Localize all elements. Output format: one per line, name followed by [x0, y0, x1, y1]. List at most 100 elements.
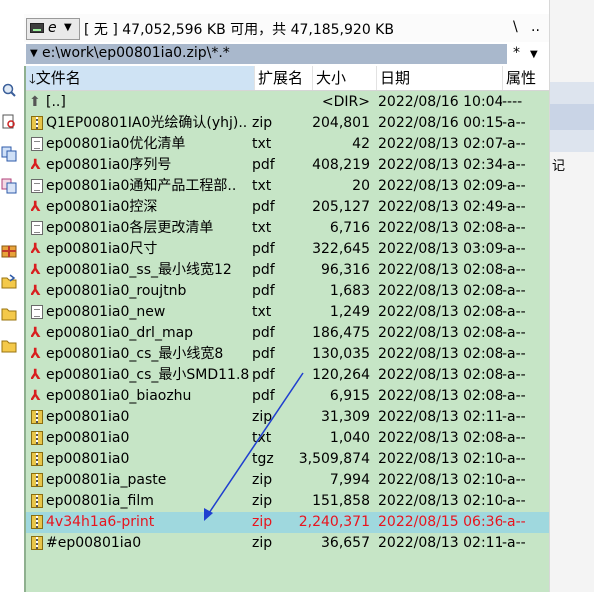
right-panel-text: 记 — [552, 159, 566, 174]
drive-letter: e — [48, 20, 57, 36]
right-panel-row[interactable] — [550, 104, 594, 130]
file-row[interactable]: ep00801ia0_roujtnb pdf 1,683 2022/08/13 02:… — [26, 281, 549, 302]
file-size: 408,219 — [312, 157, 370, 173]
column-header-ext[interactable]: 扩展名 — [255, 66, 313, 90]
file-ext: pdf — [252, 262, 275, 278]
file-name: ep00801ia0_roujtnb — [46, 283, 187, 299]
file-row[interactable]: ep00801ia0 txt 1,040 2022/08/13 02:08 -a-- — [26, 428, 549, 449]
file-row[interactable]: ep00801ia0序列号 pdf 408,219 2022/08/13 02:34-… — [26, 155, 549, 176]
file-ext: pdf — [252, 388, 275, 404]
file-ext: txt — [252, 220, 272, 236]
file-name: ep00801ia0_new — [46, 304, 166, 320]
history-dropdown-icon[interactable]: ▼ — [30, 48, 38, 59]
txt-icon — [31, 137, 43, 151]
file-row[interactable]: ep00801ia0_cs_最小SMD11.8pdf 120,264 2022/08… — [26, 365, 549, 386]
file-date: 2022/08/13 02:08 — [378, 325, 502, 341]
file-date: 2022/08/13 02:08 — [378, 262, 502, 278]
file-size: 36,657 — [321, 535, 370, 551]
pdf-icon — [31, 158, 43, 173]
file-attr: -a-- — [502, 220, 526, 236]
file-attr: -a-- — [502, 451, 526, 467]
file-row[interactable]: ep00801ia0 tgz 3,509,874 2022/08/13 02:10 -a… — [26, 449, 549, 470]
pdf-icon — [31, 284, 43, 299]
zip-icon — [31, 536, 43, 550]
package-icon[interactable] — [1, 242, 17, 258]
right-panel-row[interactable] — [550, 130, 594, 152]
file-attr: -a-- — [502, 346, 526, 362]
chevron-down-icon[interactable]: ▼ — [530, 49, 538, 60]
file-row[interactable]: #ep00801ia0 zip 36,657 2022/08/13 02:11 -a-- — [26, 533, 549, 554]
file-row[interactable]: ep00801ia0通知产品工程部.. txt 20 2022/08/13 02:09… — [26, 176, 549, 197]
file-row[interactable]: [..] <DIR> 2022/08/16 10:04---- — [26, 92, 549, 113]
compare-icon[interactable] — [1, 178, 17, 194]
file-size: 1,249 — [329, 304, 370, 320]
file-attr: -a-- — [502, 367, 526, 383]
parent-dir-button[interactable]: .. — [531, 19, 540, 35]
file-name: ep00801ia0优化清单 — [46, 136, 186, 152]
path-field[interactable]: ▼ e:\work\ep00801ia0.zip\*.* — [26, 44, 507, 64]
column-header-date[interactable]: 日期 — [377, 66, 503, 90]
file-attr: -a-- — [502, 283, 526, 299]
file-row[interactable]: ep00801ia0尺寸 pdf 322,645 2022/08/13 03:09-a… — [26, 239, 549, 260]
file-date: 2022/08/13 02:08 — [378, 388, 502, 404]
file-ext: txt — [252, 430, 272, 446]
file-size: 322,645 — [312, 241, 370, 257]
file-row-selected[interactable]: 4v34h1a6-print zip 2,240,371 2022/08/15 06:… — [26, 512, 549, 533]
root-dir-button[interactable]: \ — [513, 19, 518, 35]
file-row[interactable]: ep00801ia0_ss_最小线宽12 pdf 96,316 2022/08/13 … — [26, 260, 549, 281]
file-row[interactable]: ep00801ia0_biaozhu pdf 6,915 2022/08/13 02:… — [26, 386, 549, 407]
folder-icon[interactable] — [1, 306, 17, 322]
folder-link-icon[interactable] — [1, 274, 17, 290]
column-header-size[interactable]: 大小 — [313, 66, 377, 90]
file-name: Q1EP00801IA0光绘确认(yhj).. — [46, 115, 248, 131]
file-ext: zip — [252, 409, 273, 425]
file-row[interactable]: ep00801ia0_cs_最小线宽8 pdf 130,035 2022/08/13 … — [26, 344, 549, 365]
file-attr: -a-- — [502, 157, 526, 173]
file-name: #ep00801ia0 — [46, 535, 142, 551]
file-size: <DIR> — [321, 94, 370, 110]
file-date: 2022/08/13 02:08 — [378, 220, 502, 236]
file-row[interactable]: ep00801ia0_drl_map pdf 186,475 2022/08/13 0… — [26, 323, 549, 344]
file-attr: -a-- — [502, 304, 526, 320]
file-row[interactable]: ep00801ia_paste zip 7,994 2022/08/13 02:10-… — [26, 470, 549, 491]
file-date: 2022/08/13 02:08 — [378, 367, 502, 383]
file-date: 2022/08/13 02:07 — [378, 136, 502, 152]
zip-icon — [31, 515, 43, 529]
file-row[interactable]: ep00801ia0控深 pdf 205,127 2022/08/13 02:49-a… — [26, 197, 549, 218]
file-ext: txt — [252, 136, 272, 152]
zip-icon — [31, 494, 43, 508]
drive-selector[interactable]: e ▼ — [26, 18, 80, 40]
file-ext: pdf — [252, 283, 275, 299]
folder-icon[interactable] — [1, 338, 17, 354]
zip-icon — [31, 431, 43, 445]
file-attr: ---- — [502, 94, 523, 110]
file-date: 2022/08/13 02:08 — [378, 304, 502, 320]
file-row[interactable]: ep00801ia0优化清单 txt 42 2022/08/13 02:07 -a-- — [26, 134, 549, 155]
file-row[interactable]: ep00801ia0各层更改清单 txt 6,716 2022/08/13 02:08… — [26, 218, 549, 239]
column-header-name[interactable]: 🡓文件名 — [26, 66, 255, 90]
filter-button[interactable]: * — [513, 45, 520, 61]
pdf-icon — [31, 326, 43, 341]
file-size: 1,683 — [329, 283, 370, 299]
copy-icon[interactable] — [1, 146, 17, 162]
column-header-attr[interactable]: 属性 — [503, 66, 549, 90]
drive-space-info: [ 无 ] 47,052,596 KB 可用，共 47,185,920 KB — [84, 22, 394, 38]
path-bar: ▼ e:\work\ep00801ia0.zip\*.* * ▼ — [24, 44, 549, 64]
file-attr: -a-- — [502, 241, 526, 257]
file-name: ep00801ia0 — [46, 451, 130, 467]
file-row[interactable]: ep00801ia0_new txt 1,249 2022/08/13 02:08 -a… — [26, 302, 549, 323]
file-size: 31,309 — [321, 409, 370, 425]
search-icon[interactable] — [1, 82, 17, 98]
file-name: ep00801ia0序列号 — [46, 157, 172, 173]
right-file-panel: 记 — [549, 0, 594, 592]
right-panel-row[interactable] — [550, 82, 594, 104]
file-row[interactable]: ep00801ia_film zip 151,858 2022/08/13 02:10… — [26, 491, 549, 512]
file-date: 2022/08/13 02:08 — [378, 283, 502, 299]
file-name: [..] — [46, 94, 66, 110]
file-row[interactable]: ep00801ia0 zip 31,309 2022/08/13 02:11 -a-- — [26, 407, 549, 428]
file-date: 2022/08/13 02:10 — [378, 451, 502, 467]
find-file-icon[interactable] — [1, 114, 17, 130]
file-row[interactable]: Q1EP00801IA0光绘确认(yhj).. zip 204,801 2022/08… — [26, 113, 549, 134]
file-size: 2,240,371 — [298, 514, 370, 530]
file-name: ep00801ia_paste — [46, 472, 167, 488]
